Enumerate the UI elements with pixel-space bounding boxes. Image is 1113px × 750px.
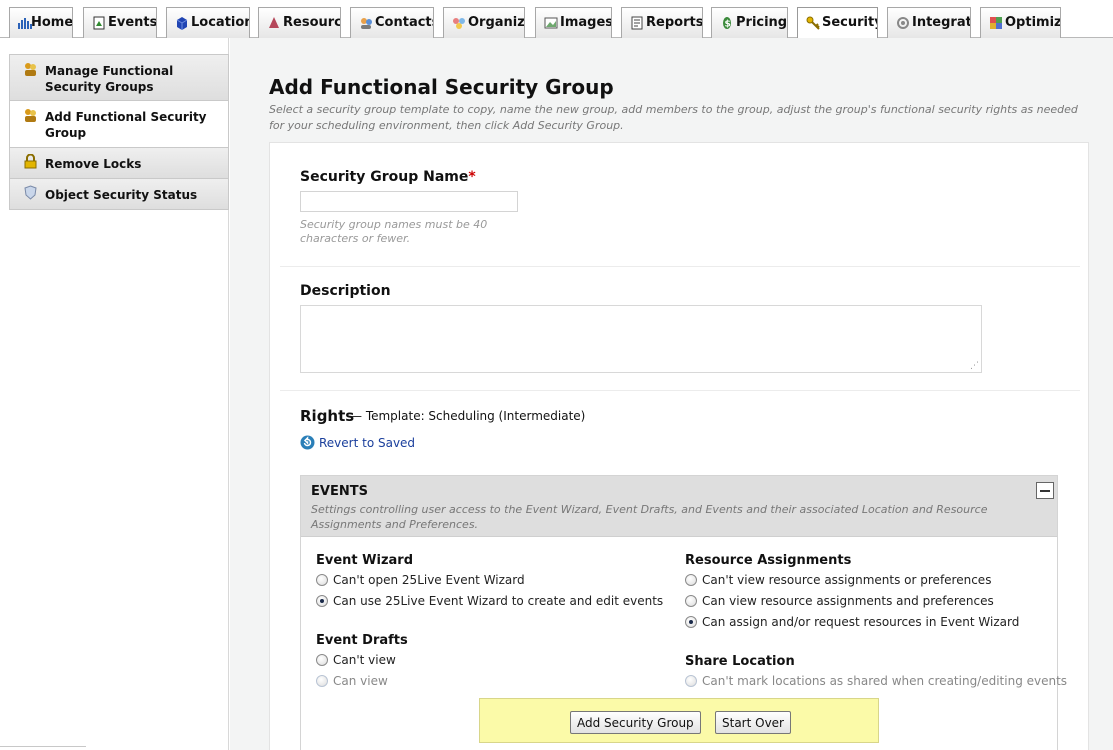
start-over-button[interactable]: Start Over (715, 711, 791, 734)
tab-events[interactable]: Events (83, 7, 157, 38)
collapse-icon[interactable] (1036, 482, 1054, 499)
tab-reports[interactable]: Reports (621, 7, 703, 38)
radio-label: Can assign and/or request resources in E… (702, 615, 1020, 629)
tab-label: Security (822, 15, 878, 30)
main-content: Add Functional Security Group Select a s… (230, 38, 1113, 750)
description-textarea[interactable]: ⋰ (300, 305, 982, 373)
contacts-icon (361, 18, 372, 29)
divider (280, 266, 1080, 267)
tab-resources[interactable]: Resources (258, 7, 341, 38)
tab-locations[interactable]: Locations (166, 7, 250, 38)
sidebar: Manage Functional Security Groups Add Fu… (0, 38, 229, 750)
resource-assignments-title: Resource Assignments (685, 553, 852, 568)
sidebar-item-remove-locks[interactable]: Remove Locks (9, 148, 229, 179)
event-wizard-title: Event Wizard (316, 553, 414, 568)
radio-button-selected[interactable] (685, 616, 697, 628)
key-icon (806, 16, 820, 30)
tab-label: Events (108, 15, 157, 30)
tab-optimizer[interactable]: Optimizer (980, 7, 1061, 38)
share-location-title: Share Location (685, 654, 795, 669)
radio-button[interactable] (316, 654, 328, 666)
required-mark: * (468, 169, 476, 185)
tab-label: Organizations (468, 15, 525, 30)
main-tab-bar: Home Events Locations Resources Contacts… (0, 0, 1113, 39)
tab-label: Pricing (736, 15, 788, 30)
tab-integrations[interactable]: Integrations (887, 7, 971, 38)
revert-label[interactable]: Revert to Saved (319, 436, 415, 450)
organizations-icon (453, 18, 465, 29)
tab-pricing[interactable]: $ Pricing (711, 7, 788, 38)
events-title: EVENTS (311, 484, 368, 499)
sidebar-item-label: Remove Locks (45, 157, 142, 171)
radio-label: Can view (333, 674, 388, 688)
rights-template: — Template: Scheduling (Intermediate) (350, 409, 586, 423)
tab-label: Home (31, 15, 73, 30)
sidebar-item-add-group[interactable]: Add Functional Security Group (9, 101, 229, 148)
add-security-group-button[interactable]: Add Security Group (570, 711, 701, 734)
security-groups-icon (25, 109, 36, 122)
divider (0, 746, 86, 747)
radio-label: Can't open 25Live Event Wizard (333, 573, 525, 587)
page-title: Add Functional Security Group (269, 75, 614, 99)
tab-label: Resources (283, 15, 340, 30)
form-panel: Security Group Name* Security group name… (269, 142, 1089, 750)
tab-label: Integrations (912, 15, 970, 30)
sidebar-item-label: Manage Functional Security Groups (45, 64, 174, 94)
shield-icon (24, 185, 37, 200)
sidebar-item-label: Add Functional Security Group (45, 110, 207, 140)
tab-label: Reports (646, 15, 703, 30)
integrations-icon (897, 17, 909, 29)
radio-label: Can't view resource assignments or prefe… (702, 573, 992, 587)
tab-images[interactable]: Images (535, 7, 612, 38)
tab-label: Locations (191, 15, 249, 30)
tab-home[interactable]: Home (9, 7, 73, 38)
tab-label: Optimizer (1005, 15, 1061, 30)
tab-label: Contacts (375, 15, 434, 30)
images-icon (544, 17, 558, 29)
radio-label: Can view resource assignments and prefer… (702, 594, 994, 608)
page-description: Select a security group template to copy… (269, 103, 1078, 132)
optimizer-icon (990, 17, 1002, 29)
pricing-icon: $ (723, 17, 731, 30)
tab-label: Images (560, 15, 612, 30)
home-icon (18, 18, 32, 29)
group-name-label: Security Group Name* (300, 169, 476, 185)
resize-grip-icon[interactable]: ⋰ (970, 361, 979, 371)
svg-text:$: $ (725, 20, 731, 30)
description-label: Description (300, 283, 391, 299)
events-icon (93, 16, 105, 30)
radio-button[interactable] (685, 595, 697, 607)
radio-label: Can use 25Live Event Wizard to create an… (333, 594, 664, 608)
security-groups-icon (25, 63, 36, 76)
locations-icon (176, 17, 188, 30)
sidebar-item-manage-groups[interactable]: Manage Functional Security Groups (9, 54, 229, 101)
tab-organizations[interactable]: Organizations (443, 7, 525, 38)
radio-label: Can't mark locations as shared when crea… (702, 674, 1068, 688)
lock-icon (24, 154, 37, 169)
group-name-label-text: Security Group Name (300, 169, 469, 185)
sidebar-item-label: Object Security Status (45, 188, 198, 202)
radio-button[interactable] (685, 574, 697, 586)
resources-icon (269, 17, 279, 28)
radio-label: Can't view (333, 653, 396, 667)
radio-button-selected[interactable] (316, 595, 328, 607)
events-section-header: EVENTS Settings controlling user access … (301, 476, 1057, 537)
reports-icon (631, 16, 643, 30)
tab-security[interactable]: Security (797, 7, 878, 39)
group-name-input[interactable] (300, 191, 518, 212)
events-description: Settings controlling user access to the … (311, 503, 988, 531)
rights-label: Rights (300, 407, 355, 425)
event-drafts-title: Event Drafts (316, 633, 408, 648)
divider (280, 390, 1080, 391)
radio-button[interactable] (685, 675, 697, 687)
radio-button[interactable] (316, 574, 328, 586)
tab-contacts[interactable]: Contacts (350, 7, 434, 38)
revert-icon (300, 435, 315, 450)
sidebar-item-object-security[interactable]: Object Security Status (9, 179, 229, 210)
radio-button[interactable] (316, 675, 328, 687)
action-bar: Add Security Group Start Over (479, 698, 879, 743)
group-name-hint: Security group names must be 40 characte… (300, 218, 488, 245)
